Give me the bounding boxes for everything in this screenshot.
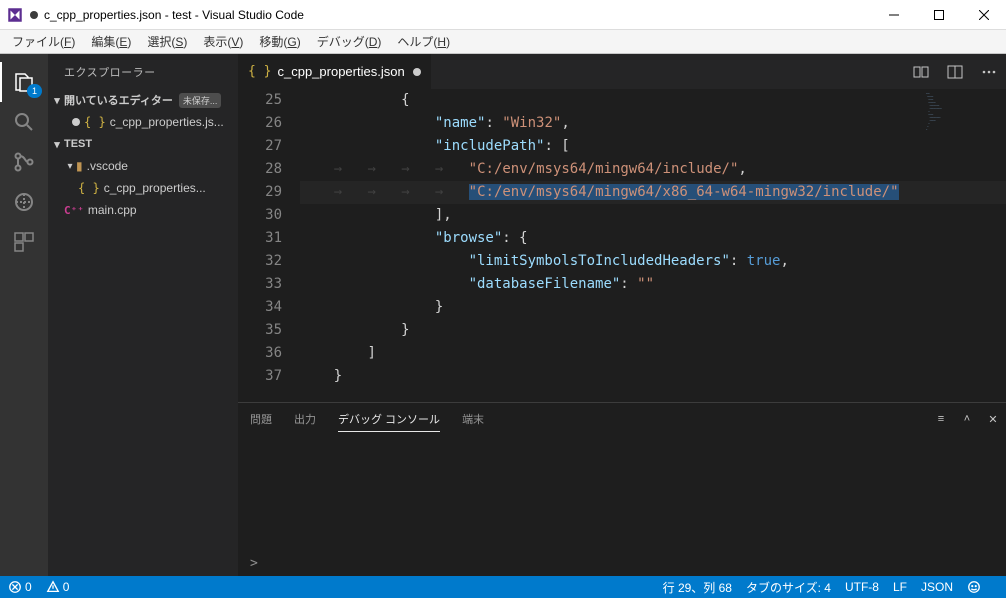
chevron-down-icon: ▾ [50, 94, 64, 107]
panel-close-button[interactable]: ✕ [980, 413, 1006, 426]
debug-console-output[interactable] [238, 435, 1006, 550]
panel-tab[interactable]: 問題 [250, 407, 272, 431]
explorer-sidebar: エクスプローラー ▾ 開いているエディター 未保存... { } c_cpp_pr… [48, 54, 238, 576]
activity-scm[interactable] [0, 142, 48, 182]
workspace-header[interactable]: ▾ TEST [48, 133, 238, 155]
menu-s[interactable]: 選択(S) [139, 33, 195, 50]
compare-changes-button[interactable] [904, 54, 938, 89]
status-eol[interactable]: LF [893, 580, 907, 594]
panel-tab[interactable]: 出力 [294, 407, 316, 431]
modified-dot-icon [72, 118, 80, 126]
tab-file[interactable]: { } c_cpp_properties.json [238, 54, 432, 89]
modified-indicator-icon [30, 11, 38, 19]
menubar: ファイル(F)編集(E)選択(S)表示(V)移動(G)デバッグ(D)ヘルプ(H) [0, 30, 1006, 54]
vscode-icon [6, 6, 24, 24]
menu-f[interactable]: ファイル(F) [4, 33, 83, 50]
status-bar: 0 0 行 29、列 68 タブのサイズ: 4 UTF-8 LF JSON [0, 576, 1006, 598]
panel-tab[interactable]: デバッグ コンソール [338, 407, 440, 432]
activity-search[interactable] [0, 102, 48, 142]
code-content[interactable]: { "name": "Win32", "includePath": [ → → … [300, 89, 1006, 402]
panel-maximize-button[interactable]: ˄ [954, 413, 980, 425]
status-language[interactable]: JSON [921, 580, 953, 594]
status-warnings[interactable]: 0 [46, 580, 70, 594]
tree-label: main.cpp [88, 203, 137, 217]
menu-v[interactable]: 表示(V) [195, 33, 251, 50]
status-encoding[interactable]: UTF-8 [845, 580, 879, 594]
explorer-badge: 1 [27, 84, 42, 98]
panel-tabs: 問題出力デバッグ コンソール端末 ≡ ˄ ✕ [238, 403, 1006, 435]
folder-icon: ▮ [76, 159, 83, 173]
status-line-col[interactable]: 行 29、列 68 [663, 579, 732, 596]
code-editor[interactable]: 25262728293031323334353637 { "name": "Wi… [238, 89, 1006, 402]
window-titlebar: c_cpp_properties.json - test - Visual St… [0, 0, 1006, 30]
status-feedback-button[interactable] [967, 580, 984, 594]
workspace-label: TEST [64, 138, 92, 150]
activity-explorer[interactable]: 1 [0, 62, 48, 102]
json-icon: { } [84, 115, 106, 129]
minimize-button[interactable] [871, 0, 916, 30]
chevron-down-icon: ▾ [50, 138, 64, 151]
window-title: c_cpp_properties.json - test - Visual St… [44, 8, 871, 22]
bottom-panel: 問題出力デバッグ コンソール端末 ≡ ˄ ✕ > [238, 402, 1006, 576]
debug-console-input[interactable]: > [238, 550, 1006, 576]
chevron-down-icon: ▾ [64, 161, 76, 172]
open-editors-label: 開いているエディター [64, 92, 173, 108]
folder-item[interactable]: ▾▮ .vscode [48, 155, 238, 177]
menu-h[interactable]: ヘルプ(H) [389, 33, 458, 50]
unsaved-badge: 未保存... [179, 93, 222, 108]
status-tab-size[interactable]: タブのサイズ: 4 [746, 579, 831, 596]
panel-tab[interactable]: 端末 [462, 407, 484, 431]
maximize-button[interactable] [916, 0, 961, 30]
modified-dot-icon [413, 68, 421, 76]
file-item[interactable]: C⁺⁺ main.cpp [48, 199, 238, 221]
file-name: c_cpp_properties.js... [110, 115, 224, 129]
activity-debug[interactable] [0, 182, 48, 222]
minimap[interactable]: ▬▬▬ ▬▬▬▬▬ ▬▬▬▬ ▬▬▬▬▬▬ ▬▬▬▬▬▬▬▬ ▬▬▬▬▬▬▬▬▬… [922, 89, 1006, 249]
editor-area: { } c_cpp_properties.json 25262728293031… [238, 54, 1006, 576]
json-icon: { } [248, 64, 271, 79]
activity-extensions[interactable] [0, 222, 48, 262]
status-errors[interactable]: 0 [8, 580, 32, 594]
json-icon: { } [78, 181, 100, 195]
menu-g[interactable]: 移動(G) [251, 33, 308, 50]
close-button[interactable] [961, 0, 1006, 30]
panel-clear-button[interactable]: ≡ [928, 413, 954, 425]
tab-bar: { } c_cpp_properties.json [238, 54, 1006, 89]
line-gutter: 25262728293031323334353637 [238, 89, 300, 402]
tab-label: c_cpp_properties.json [277, 64, 404, 79]
tree-label: .vscode [87, 159, 128, 173]
file-item[interactable]: { } c_cpp_properties... [48, 177, 238, 199]
open-editors-header[interactable]: ▾ 開いているエディター 未保存... [48, 89, 238, 111]
cpp-icon: C⁺⁺ [64, 204, 84, 217]
tree-label: c_cpp_properties... [104, 181, 206, 195]
menu-d[interactable]: デバッグ(D) [309, 33, 390, 50]
split-editor-button[interactable] [938, 54, 972, 89]
activity-bar: 1 [0, 54, 48, 576]
sidebar-title: エクスプローラー [48, 54, 238, 89]
open-editor-item[interactable]: { } c_cpp_properties.js... [48, 111, 238, 133]
prompt-icon: > [250, 556, 258, 571]
menu-e[interactable]: 編集(E) [83, 33, 139, 50]
more-actions-button[interactable] [972, 54, 1006, 89]
